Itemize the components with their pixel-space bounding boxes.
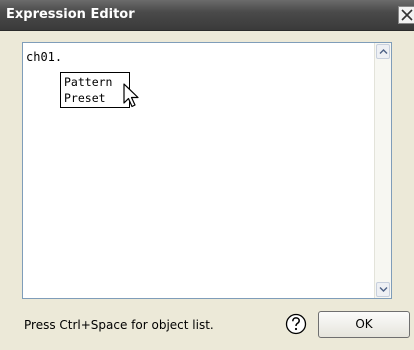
close-icon: [401, 9, 413, 21]
chevron-down-icon: [379, 287, 388, 292]
close-button[interactable]: [398, 6, 414, 24]
chevron-up-icon: [379, 49, 388, 54]
autocomplete-item-pattern[interactable]: Pattern: [64, 74, 112, 90]
expression-text: ch01.: [26, 50, 63, 64]
autocomplete-popup[interactable]: Pattern Preset: [60, 72, 130, 108]
window-title: Expression Editor: [6, 7, 135, 22]
mouse-cursor-icon: [123, 83, 139, 108]
scroll-up-button[interactable]: [376, 44, 390, 59]
ok-button[interactable]: OK: [318, 311, 410, 338]
vertical-scrollbar[interactable]: [374, 43, 391, 298]
autocomplete-item-preset[interactable]: Preset: [64, 90, 106, 106]
help-icon: [285, 313, 307, 335]
scroll-down-button[interactable]: [376, 282, 390, 297]
title-bar[interactable]: Expression Editor: [0, 0, 414, 31]
status-hint: Press Ctrl+Space for object list.: [24, 318, 214, 332]
help-button[interactable]: [284, 312, 308, 336]
